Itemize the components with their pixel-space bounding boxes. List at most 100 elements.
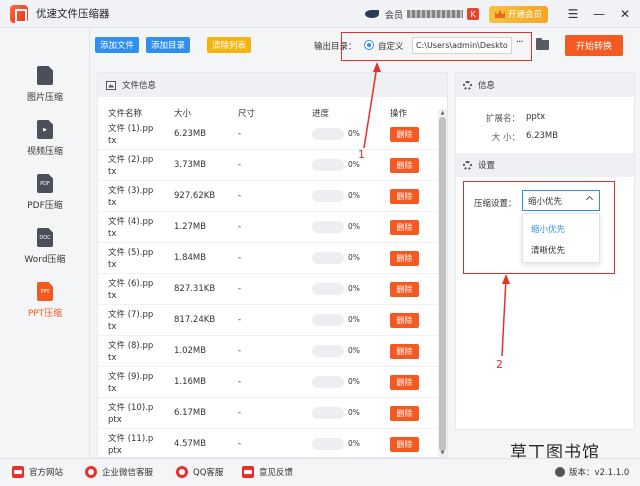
start-convert-button[interactable]: 开始转换 (565, 35, 623, 56)
k-badge-icon[interactable]: K (466, 8, 479, 20)
delete-button[interactable]: 删除 (390, 158, 419, 173)
feedback-icon (242, 466, 254, 478)
delete-button[interactable]: 删除 (390, 375, 419, 390)
progress-percent: 0% (348, 315, 360, 324)
delete-button[interactable]: 删除 (390, 437, 419, 452)
sidebar-item-pdf[interactable]: PDF PDF压缩 (0, 166, 90, 218)
progress-bar (312, 407, 344, 419)
file-size: 6.17MB (174, 408, 207, 418)
sidebar-item-video[interactable]: ▶ 视频压缩 (0, 112, 90, 164)
ppt-file-icon: PPT (37, 281, 53, 301)
sidebar-item-label: Word压缩 (24, 254, 66, 265)
delete-button[interactable]: 删除 (390, 127, 419, 142)
folder-icon[interactable] (536, 38, 549, 50)
table-row[interactable]: 文件 (9).pptx 1.16MB - 0% 删除 (98, 367, 438, 398)
scroll-thumb[interactable] (439, 117, 446, 451)
image-file-icon (37, 65, 53, 85)
table-row[interactable]: 文件 (11).pptx 4.57MB - 0% 删除 (98, 429, 438, 457)
file-size: 4.57MB (174, 439, 207, 449)
footer-feedback-label: 意见反馈 (259, 468, 294, 478)
progress-bar (312, 159, 344, 171)
delete-button[interactable]: 删除 (390, 282, 419, 297)
add-file-button[interactable]: 添加文件 (95, 37, 140, 53)
sidebar-item-image[interactable]: 图片压缩 (0, 58, 90, 110)
progress-percent: 0% (348, 284, 360, 293)
footer-qq-label: QQ客服 (193, 468, 224, 478)
annotation-box-1 (341, 32, 532, 61)
file-name: 文件 (4).pptx (108, 217, 154, 239)
footer-feedback-link[interactable]: 意见反馈 (242, 466, 293, 478)
file-dimension: - (238, 377, 242, 387)
size-value: 6.23MB (526, 131, 559, 141)
ext-value: pptx (526, 112, 546, 122)
scrollbar[interactable]: ▲ ▼ (438, 109, 447, 457)
vip-button[interactable]: 开通会员 (488, 5, 548, 23)
menu-icon[interactable]: ☰ (562, 0, 584, 28)
progress-percent: 0% (348, 346, 360, 355)
file-size: 1.02MB (174, 346, 207, 356)
file-size: 3.73MB (174, 160, 207, 170)
file-name: 文件 (2).pptx (108, 155, 154, 177)
col-header-name: 文件名称 (108, 109, 143, 119)
file-name: 文件 (8).pptx (108, 341, 154, 363)
annotation-box-2 (463, 181, 615, 274)
delete-button[interactable]: 删除 (390, 251, 419, 266)
add-directory-button[interactable]: 添加目录 (146, 37, 191, 53)
file-name: 文件 (3).pptx (108, 186, 154, 208)
progress-bar (312, 128, 344, 140)
table-row[interactable]: 文件 (8).pptx 1.02MB - 0% 删除 (98, 336, 438, 367)
progress-percent: 0% (348, 439, 360, 448)
version-icon (555, 467, 565, 477)
file-dimension: - (238, 408, 242, 418)
file-dimension: - (238, 222, 242, 232)
delete-button[interactable]: 删除 (390, 189, 419, 204)
file-size: 1.16MB (174, 377, 207, 387)
scroll-up-icon[interactable]: ▲ (439, 110, 446, 116)
table-row[interactable]: 文件 (3).pptx 927.62KB - 0% 删除 (98, 181, 438, 212)
file-size: 817.24KB (174, 315, 216, 325)
settings-section-header: 设置 (456, 153, 634, 177)
table-row[interactable]: 文件 (6).pptx 827.31KB - 0% 删除 (98, 274, 438, 305)
pdf-file-icon: PDF (37, 173, 53, 193)
sidebar-item-word[interactable]: DOC Word压缩 (0, 220, 90, 272)
table-row[interactable]: 文件 (1).pptx 6.23MB - 0% 删除 (98, 119, 438, 150)
footer-website-link[interactable]: 官方网站 (12, 466, 63, 478)
file-dimension: - (238, 284, 242, 294)
file-dimension: - (238, 315, 242, 325)
info-title: 信息 (478, 81, 496, 91)
progress-percent: 0% (348, 222, 360, 231)
file-name: 文件 (1).pptx (108, 124, 154, 146)
vip-label: 开通会员 (507, 10, 542, 20)
size-key: 大 小： (491, 133, 520, 143)
table-row[interactable]: 文件 (2).pptx 3.73MB - 0% 删除 (98, 150, 438, 181)
footer-wechat-label: 企业微信客服 (102, 468, 154, 478)
delete-button[interactable]: 删除 (390, 313, 419, 328)
col-header-progress: 进度 (312, 109, 330, 119)
delete-button[interactable]: 删除 (390, 344, 419, 359)
footer-qq-link[interactable]: QQ客服 (176, 466, 223, 478)
clear-list-button[interactable]: 清除列表 (207, 37, 252, 53)
file-name: 文件 (9).pptx (108, 372, 154, 394)
table-row[interactable]: 文件 (7).pptx 817.24KB - 0% 删除 (98, 305, 438, 336)
progress-bar (312, 221, 344, 233)
sidebar-item-ppt[interactable]: PPT PPT压缩 (0, 274, 90, 326)
table-row[interactable]: 文件 (4).pptx 1.27MB - 0% 删除 (98, 212, 438, 243)
close-icon[interactable]: ✕ (614, 0, 636, 28)
wechat-icon (85, 466, 97, 478)
minimize-icon[interactable]: — (588, 0, 610, 28)
website-icon (12, 466, 24, 478)
file-size: 927.62KB (174, 191, 216, 201)
bird-logo-icon (364, 8, 381, 20)
table-row[interactable]: 文件 (10).pptx 6.17MB - 0% 删除 (98, 398, 438, 429)
table-row[interactable]: 文件 (5).pptx 1.84MB - 0% 删除 (98, 243, 438, 274)
scroll-down-icon[interactable]: ▼ (439, 450, 446, 456)
app-logo-icon (10, 4, 28, 23)
file-dimension: - (238, 439, 242, 449)
annotation-number-2: 2 (496, 358, 503, 371)
image-icon (106, 80, 116, 90)
ext-key: 扩展名： (485, 114, 520, 124)
delete-button[interactable]: 删除 (390, 406, 419, 421)
footer-wechat-link[interactable]: 企业微信客服 (85, 466, 153, 478)
delete-button[interactable]: 删除 (390, 220, 419, 235)
file-name: 文件 (11).pptx (108, 434, 154, 456)
